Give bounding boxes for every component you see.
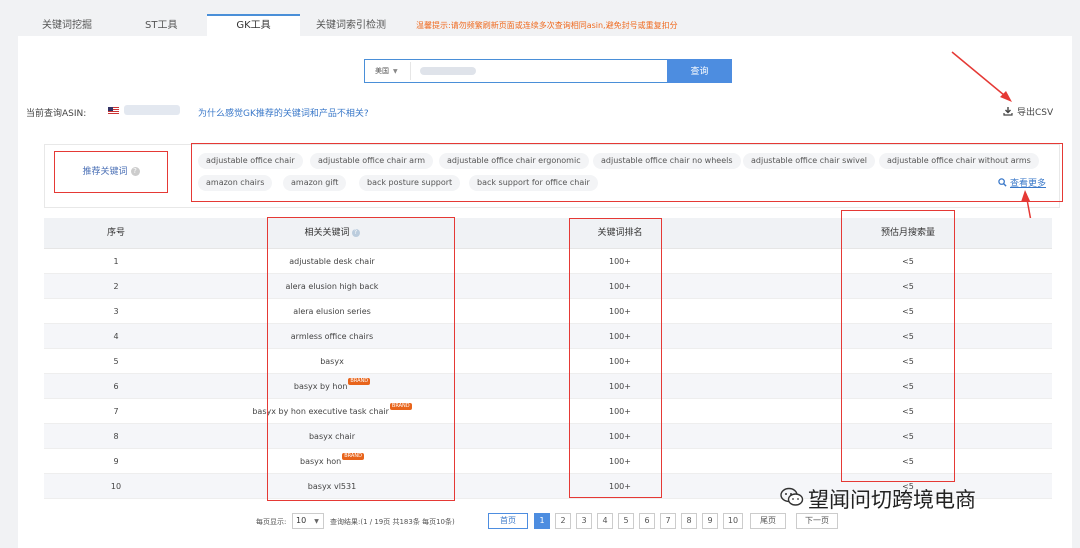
rank-column-highlight [569,218,662,498]
keyword-tags-highlight [191,143,1063,202]
recommended-keywords-label: 推荐关键词? [54,151,168,193]
first-page-button[interactable]: 首页 [488,513,528,529]
help-icon: ? [130,167,140,176]
tab-keyword-index-check[interactable]: 关键词索引检测 [316,16,386,36]
current-asin-label: 当前查询ASIN: [26,109,87,119]
tab-bar: 关键词挖掘 ST工具 GK工具 关键词索引检测 温馨提示:请勿频繁刷新页面或连续… [0,0,1080,38]
why-irrelevant-link[interactable]: 为什么感觉GK推荐的关键词和产品不相关? [198,106,369,119]
keyword-tag[interactable]: adjustable office chair swivel [743,153,875,169]
marketplace-select-value: 美国 [375,67,389,75]
see-more-label: 查看更多 [1010,179,1047,189]
download-icon [1003,107,1013,116]
volume-column-highlight [841,210,955,482]
export-csv-button[interactable]: 导出CSV [1003,105,1053,118]
cell-no: 7 [44,399,188,424]
keyword-tag[interactable]: adjustable office chair [198,153,303,169]
notice-text: 温馨提示:请勿频繁刷新页面或连续多次查询相同asin,避免封号或重复扣分 [416,21,678,30]
page-size-select[interactable]: 10 ▼ [292,513,324,529]
chevron-down-icon: ▼ [314,518,319,525]
keyword-tag[interactable]: amazon chairs [198,175,273,191]
cell-no: 5 [44,349,188,374]
tab-keyword-mining[interactable]: 关键词挖掘 [42,16,92,36]
export-csv-label: 导出CSV [1017,108,1054,118]
cell-no-text: 9 [113,457,119,466]
page-number-button[interactable]: 1 [534,513,550,529]
redacted-asin-query [420,67,476,75]
us-flag-icon [108,107,119,114]
cell-no-text: 7 [113,407,119,416]
page-number-button[interactable]: 4 [597,513,613,529]
redacted-asin-value [124,105,180,115]
col-header-no: 序号 [106,228,125,238]
cell-no: 3 [44,299,188,324]
see-more-link[interactable]: 查看更多 [998,176,1046,189]
keyword-tag[interactable]: adjustable office chair ergonomic [439,153,589,169]
cell-no-text: 4 [113,332,119,341]
page-number-button[interactable]: 8 [681,513,697,529]
page-number-button[interactable]: 3 [576,513,592,529]
cell-no: 6 [44,374,188,399]
cell-no: 10 [44,474,188,499]
cell-no: 8 [44,424,188,449]
page-number-button[interactable]: 10 [723,513,743,529]
keyword-tag[interactable]: adjustable office chair arm [310,153,434,169]
cell-no: 4 [44,324,188,349]
keyword-column-highlight [267,217,455,501]
cell-no-text: 2 [113,282,119,291]
page-size-label: 每页显示: [256,518,287,526]
page-number-button[interactable]: 9 [702,513,718,529]
cell-no-text: 10 [110,482,122,491]
cell-no: 1 [44,249,188,274]
recommended-keywords-title: 推荐关键词 [82,167,128,177]
tab-gk-tool[interactable]: GK工具 [207,14,300,38]
next-page-button[interactable]: 下一页 [796,513,838,529]
keyword-tag[interactable]: adjustable office chair without arms [879,153,1039,169]
marketplace-select[interactable]: 美国 ▼ [367,62,411,80]
page-number-button[interactable]: 5 [618,513,634,529]
cell-no-text: 8 [113,432,119,441]
last-page-button[interactable]: 尾页 [750,513,786,529]
cell-no: 2 [44,274,188,299]
watermark-text: 望闻问切跨境电商 [808,488,976,512]
keyword-tag[interactable]: back posture support [359,175,461,191]
keyword-tag[interactable]: amazon gift [283,175,347,191]
search-icon [998,178,1007,187]
page-size-value: 10 [296,516,307,525]
query-result-text: 查询结果:(1 / 19页 共183条 每页10条) [330,518,455,526]
page-number-button[interactable]: 7 [660,513,676,529]
cell-no-text: 1 [113,257,119,266]
keyword-tag[interactable]: adjustable office chair no wheels [593,153,741,169]
search-button[interactable]: 查询 [667,59,732,83]
keyword-tag[interactable]: back support for office chair [469,175,598,191]
cell-no-text: 5 [113,357,119,366]
cell-no: 9 [44,449,188,474]
chevron-down-icon: ▼ [393,68,398,75]
tab-st-tool[interactable]: ST工具 [145,16,177,36]
cell-no-text: 3 [113,307,119,316]
cell-no-text: 6 [113,382,119,391]
wechat-icon [780,487,804,506]
page-number-button[interactable]: 6 [639,513,655,529]
page-number-button[interactable]: 2 [555,513,571,529]
